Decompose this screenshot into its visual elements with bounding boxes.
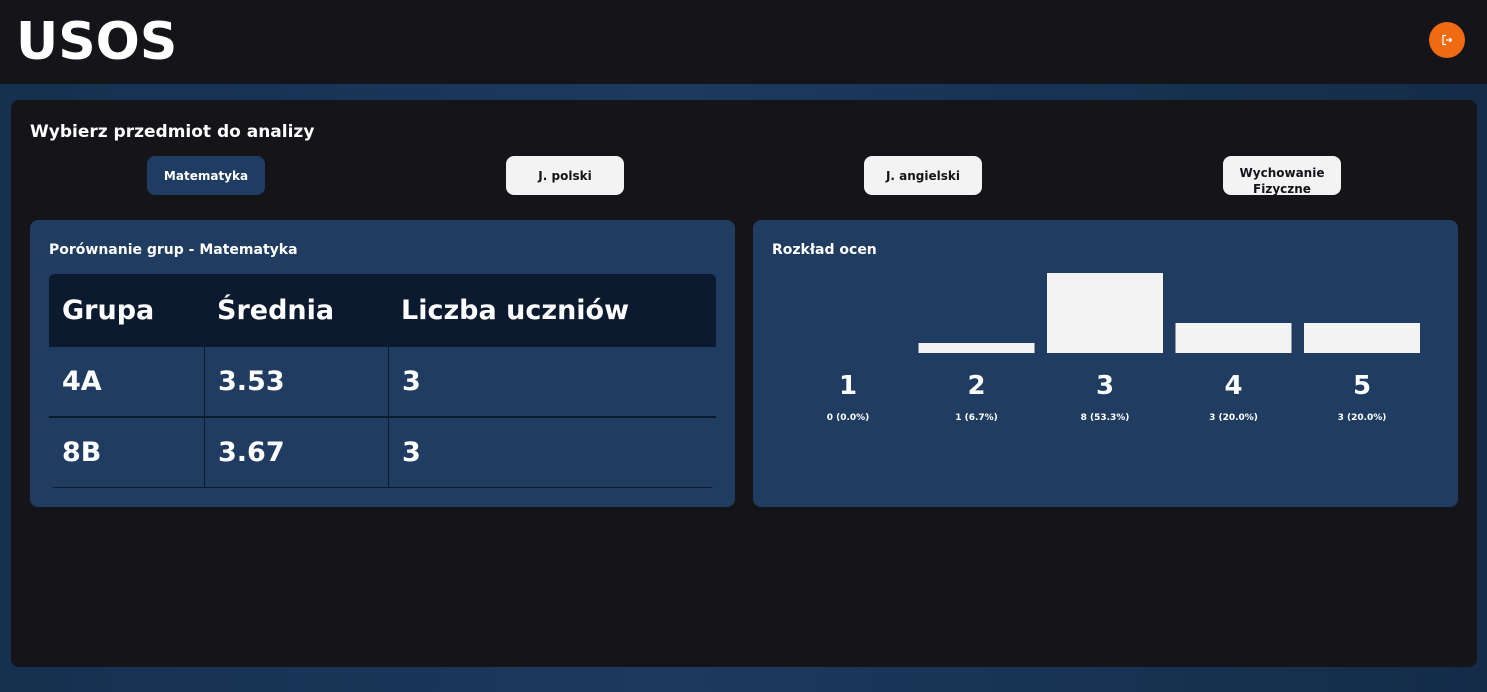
group-comparison-card: Porównanie grup - Matematyka Grupa Średn… [30, 220, 735, 507]
cell-student-count: 3 [388, 418, 716, 487]
grade-label-5: 5 [1353, 371, 1371, 401]
table-header: Grupa Średnia Liczba uczniów [49, 274, 716, 346]
grade-label-4: 4 [1224, 371, 1242, 401]
grade-count-label-5: 3 (20.0%) [1338, 413, 1387, 423]
grade-label-2: 2 [967, 371, 985, 401]
grade-count-label-3: 8 (53.3%) [1081, 413, 1130, 423]
grade-label-3: 3 [1096, 371, 1114, 401]
grade-count-label-1: 0 (0.0%) [827, 413, 870, 423]
bar-grade-5 [1304, 323, 1420, 353]
subject-button-wychowanie-fizyczne[interactable]: Wychowanie Fizyczne [1223, 156, 1341, 195]
cell-average: 3.53 [204, 347, 388, 416]
cell-group: 4A [62, 366, 102, 397]
subject-button-j-angielski[interactable]: J. angielski [864, 156, 982, 195]
column-header-grupa: Grupa [62, 294, 155, 326]
logout-button[interactable] [1429, 22, 1465, 58]
analysis-panel: Wybierz przedmiot do analizy Matematyka … [11, 100, 1477, 667]
cell-average: 3.67 [204, 418, 388, 487]
app-logo: USOS [16, 12, 178, 72]
grade-count-label-4: 3 (20.0%) [1209, 413, 1258, 423]
grade-distribution-chart: 1 0 (0.0%) 2 1 (6.7%) 3 8 (53.3%) 4 3 (20.0%) 5 3… [827, 273, 1420, 423]
grade-distribution-card: Rozkład ocen 10 (0.0%) 2 1 (6.7%) 3 8 (53.3%… [753, 220, 1458, 507]
column-header-liczba-uczniow: Liczba uczniów [401, 294, 630, 326]
grade-count-label-2: 1 (6.7%) [955, 413, 998, 423]
cell-group: 8B [62, 437, 102, 468]
logout-icon [1442, 34, 1453, 46]
top-bar: USOS [0, 0, 1487, 84]
table-row: 8B 3.67 3 [49, 417, 716, 487]
table-row: 4A 3.53 3 [49, 346, 716, 416]
group-comparison-table: Grupa Średnia Liczba uczniów 4A 3.53 3 8… [49, 274, 716, 488]
cell-student-count: 3 [388, 347, 716, 416]
grade-label-1: 1 [839, 371, 857, 401]
bar-grade-2 [918, 343, 1035, 353]
bar-grade-3 [1047, 273, 1163, 353]
column-header-srednia: Średnia [217, 294, 335, 326]
subject-button-j-polski[interactable]: J. polski [506, 156, 624, 195]
group-comparison-title: Porównanie grup - Matematyka [49, 242, 298, 258]
bar-grade-4 [1175, 323, 1292, 353]
subject-picker-title: Wybierz przedmiot do analizy [30, 122, 315, 142]
subject-button-matematyka[interactable]: Matematyka [147, 156, 265, 195]
